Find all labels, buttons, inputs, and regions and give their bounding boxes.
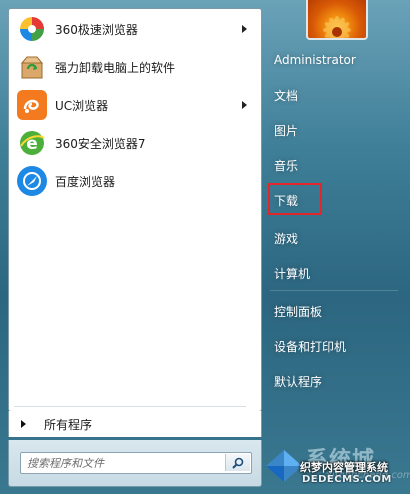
highlight-box <box>268 183 322 215</box>
search-input[interactable] <box>25 454 209 473</box>
right-item-label: 设备和打印机 <box>274 339 347 354</box>
program-item-uc-browser[interactable]: UC浏览器 <box>13 87 257 123</box>
program-label: 360极速浏览器 <box>55 22 138 37</box>
right-item-documents[interactable]: 文档 <box>268 80 400 110</box>
user-name: Administrator <box>274 53 356 67</box>
right-item-label: 图片 <box>274 123 299 138</box>
right-item-label: 音乐 <box>274 158 299 173</box>
program-item-360-extreme-browser[interactable]: 360极速浏览器 <box>13 11 257 47</box>
right-item-default-programs[interactable]: 默认程序 <box>268 366 400 396</box>
right-item-user[interactable]: Administrator <box>268 45 400 75</box>
program-label: 百度浏览器 <box>55 174 116 189</box>
baidu-browser-icon <box>17 166 47 196</box>
search-box <box>20 452 252 474</box>
programs-pane: 360极速浏览器 强力卸载电脑上的软件 UC浏览器 e 360安全浏览器7 百度… <box>8 8 262 412</box>
right-item-label: 默认程序 <box>274 374 323 389</box>
program-item-baidu-browser[interactable]: 百度浏览器 <box>13 163 257 199</box>
360-extreme-browser-icon <box>17 14 47 44</box>
right-item-devices-printers[interactable]: 设备和打印机 <box>268 331 400 361</box>
uninstaller-box-icon <box>17 52 47 82</box>
flower-icon <box>323 16 351 38</box>
program-item-360-safe-browser[interactable]: e 360安全浏览器7 <box>13 125 257 161</box>
submenu-arrow-icon <box>242 25 247 33</box>
360-safe-browser-icon: e <box>17 128 47 158</box>
right-separator <box>270 290 398 291</box>
program-item-uninstaller[interactable]: 强力卸载电脑上的软件 <box>13 49 257 85</box>
uc-browser-icon <box>17 90 47 120</box>
program-label: 强力卸载电脑上的软件 <box>55 60 176 75</box>
search-area <box>8 440 262 487</box>
search-button[interactable] <box>225 454 250 471</box>
expand-arrow-icon <box>21 420 26 428</box>
user-avatar[interactable] <box>306 0 368 40</box>
right-item-label: 游戏 <box>274 231 299 246</box>
search-icon <box>232 457 244 469</box>
right-item-label: 文档 <box>274 88 299 103</box>
all-programs-button[interactable]: 所有程序 <box>8 411 262 437</box>
right-item-games[interactable]: 游戏 <box>268 223 400 253</box>
all-programs-label: 所有程序 <box>44 417 93 432</box>
submenu-arrow-icon <box>242 101 247 109</box>
right-item-label: 计算机 <box>274 266 311 281</box>
right-item-music[interactable]: 音乐 <box>268 150 400 180</box>
right-item-control-panel[interactable]: 控制面板 <box>268 296 400 326</box>
right-item-computer[interactable]: 计算机 <box>268 258 400 288</box>
right-item-label: 控制面板 <box>274 304 323 319</box>
program-label: 360安全浏览器7 <box>55 136 146 151</box>
pane-divider <box>14 406 246 407</box>
right-item-pictures[interactable]: 图片 <box>268 115 400 145</box>
program-label: UC浏览器 <box>55 98 109 113</box>
watermark-site-url: DEDECMS.COM <box>302 474 392 485</box>
